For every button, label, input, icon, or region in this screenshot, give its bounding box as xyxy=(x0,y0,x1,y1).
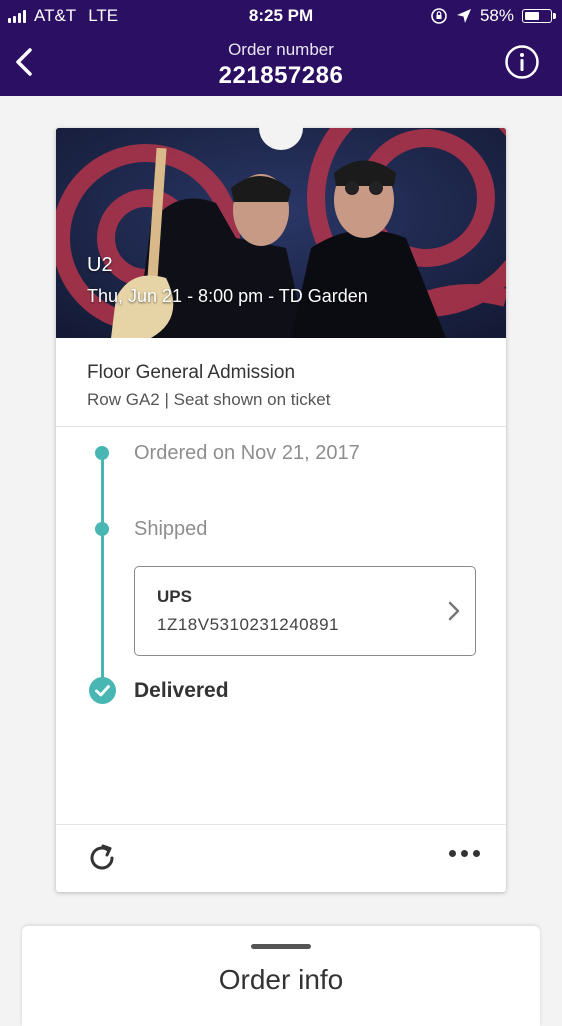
status-bar: AT&T LTE 8:25 PM 58% xyxy=(0,0,562,32)
order-header: Order number 221857286 xyxy=(0,40,562,90)
info-button[interactable] xyxy=(504,44,540,80)
divider xyxy=(56,824,506,825)
rotation-lock-icon xyxy=(431,8,447,24)
ticket-notch xyxy=(259,106,303,150)
ticket-card: U2 Thu, Jun 21 - 8:00 pm - TD Garden Flo… xyxy=(56,106,506,892)
info-circle-icon xyxy=(505,45,539,79)
timeline-line xyxy=(101,454,104,680)
refresh-icon xyxy=(90,844,114,870)
sheet-title: Order info xyxy=(218,964,344,995)
more-horizontal-icon xyxy=(449,850,456,857)
tracking-card[interactable]: UPS 1Z18V5310231240891 xyxy=(134,566,476,656)
timeline-step-delivered: Delivered xyxy=(134,679,229,702)
sheet-grabber[interactable] xyxy=(251,944,311,949)
top-bar: AT&T LTE 8:25 PM 58% Order number 221857… xyxy=(0,0,562,96)
event-datetime-venue: Thu, Jun 21 - 8:00 pm - TD Garden xyxy=(87,286,368,306)
more-button[interactable] xyxy=(449,850,480,857)
battery-icon xyxy=(522,9,556,23)
timeline-step-shipped: Shipped xyxy=(134,518,208,540)
chevron-right-icon xyxy=(448,601,460,621)
event-banner[interactable]: U2 Thu, Jun 21 - 8:00 pm - TD Garden xyxy=(56,128,506,338)
timeline-step-ordered: Ordered on Nov 21, 2017 xyxy=(134,442,360,464)
tracking-carrier: UPS xyxy=(157,587,192,606)
seat-section: Floor General Admission xyxy=(87,362,296,383)
order-number-label: Order number xyxy=(228,40,334,59)
seat-row: Row GA2 | Seat shown on ticket xyxy=(87,390,331,409)
timeline-dot-ordered xyxy=(95,446,109,460)
battery-percent: 58% xyxy=(479,6,514,25)
tracking-number: 1Z18V5310231240891 xyxy=(157,615,339,634)
timeline-dot-shipped xyxy=(95,522,109,536)
refresh-button[interactable] xyxy=(84,840,120,876)
event-artist: U2 xyxy=(87,254,113,276)
divider xyxy=(56,426,506,427)
location-icon xyxy=(456,9,471,23)
order-info-sheet[interactable]: Order info xyxy=(22,926,540,1026)
seat-info: Floor General Admission Row GA2 | Seat s… xyxy=(87,362,330,410)
order-number-value: 221857286 xyxy=(218,62,344,89)
check-circle-icon xyxy=(89,677,116,704)
